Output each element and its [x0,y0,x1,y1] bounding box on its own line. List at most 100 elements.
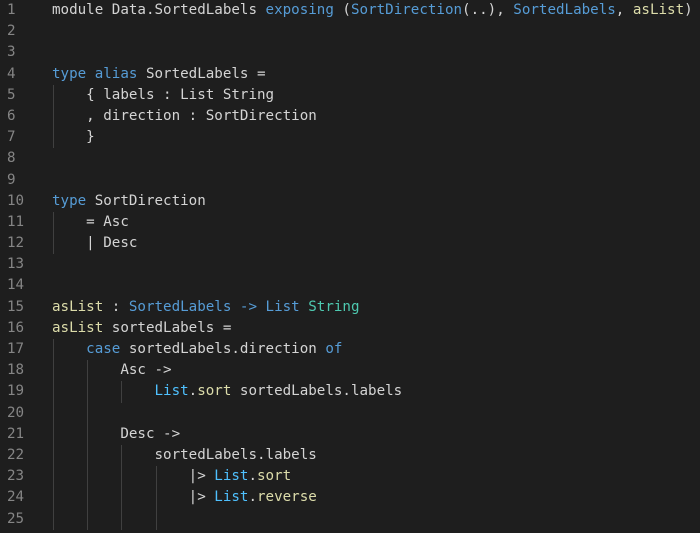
code-line[interactable]: 16 asList sortedLabels = [0,318,700,339]
code-line[interactable]: 15 asList : SortedLabels -> List String [0,297,700,318]
code-line[interactable]: 17 case sortedLabels.direction of [0,339,700,361]
line-number: 14 [7,277,25,294]
indent-guide [121,508,123,530]
code-token: -> [231,298,266,315]
code-line[interactable]: 6 , direction : SortDirection [0,105,700,128]
code-line[interactable]: 24 |> List.reverse [0,487,700,509]
code-text: type alias SortedLabels = [52,64,266,85]
code-line[interactable]: 11 = Asc [0,211,700,234]
code-text: asList sortedLabels = [52,318,231,339]
code-line[interactable]: 25 [0,508,700,530]
line-number: 4 [7,65,16,82]
line-number: 8 [7,150,16,167]
code-text: } [52,127,95,148]
code-token: } [52,129,95,146]
code-token: asList [52,298,104,315]
code-token: ) [684,2,693,18]
code-line[interactable]: 2 [0,21,700,42]
line-number: 9 [7,171,16,188]
code-token: SortDirection [350,2,463,18]
code-token: List [265,298,300,315]
code-line[interactable]: 8 [0,148,700,169]
line-number: 20 [7,404,25,421]
code-text: module Data.SortedLabels exposing (SortD… [52,0,693,21]
line-number: 1 [7,2,16,18]
code-text: | Desc [52,233,137,254]
code-token: , [615,2,633,18]
line-number: 17 [7,341,25,357]
code-token: : [103,298,129,315]
code-token: sort [257,468,292,485]
code-token: |> [52,489,215,506]
line-number: 24 [7,489,25,506]
code-token: SortDirection [86,192,206,209]
code-line[interactable]: 9 [0,170,700,191]
code-token: module [52,2,112,18]
code-editor[interactable]: 1 module Data.SortedLabels exposing (Sort… [0,0,700,533]
code-token: Asc -> [52,362,172,379]
code-text: List.sort sortedLabels.labels [52,381,403,402]
line-number: 25 [7,510,25,527]
code-token: exposing [265,2,334,18]
line-number: 5 [7,86,16,103]
code-token: Data.SortedLabels [111,2,266,18]
code-line[interactable]: 21 Desc -> [0,423,700,445]
code-text: sortedLabels.labels [52,445,317,466]
code-line[interactable]: 20 [0,402,700,424]
line-number: 6 [7,107,16,124]
code-line[interactable]: 14 [0,275,700,296]
line-number: 7 [7,129,16,146]
line-number: 22 [7,446,25,463]
code-token: type [52,192,87,209]
code-token: (..), [462,2,514,18]
code-token: List [154,383,189,400]
code-text: type SortDirection [52,191,206,212]
code-token: , direction : SortDirection [52,107,317,124]
code-token: asList [52,319,104,336]
code-line[interactable]: 7 } [0,127,700,149]
code-line[interactable]: 22 sortedLabels.labels [0,444,700,467]
code-line[interactable]: 23 |> List.sort [0,466,700,488]
code-line[interactable]: 18 Asc -> [0,360,700,382]
code-token: case [86,341,121,357]
line-number: 15 [7,298,25,315]
line-number: 13 [7,256,25,273]
code-token: type [52,65,87,82]
code-token: sortedLabels.labels [52,446,317,463]
line-number: 3 [7,44,16,61]
code-token: sortedLabels = [103,319,232,336]
indent-guide [53,402,54,424]
code-line[interactable]: 19 List.sort sortedLabels.labels [0,381,700,403]
code-line[interactable]: 3 [0,42,700,63]
code-line[interactable]: 4 type alias SortedLabels = [0,64,700,85]
code-line[interactable]: 10 type SortDirection [0,191,700,212]
code-token: sort [197,383,232,400]
indent-guide [87,508,89,530]
code-token: . [188,383,198,400]
code-token: = Asc [52,213,129,230]
code-token: | Desc [52,235,138,252]
line-number: 18 [7,362,25,379]
code-token: of [325,341,343,357]
code-token: sortedLabels.direction [120,341,326,357]
code-line[interactable]: 13 [0,254,700,275]
code-line[interactable]: 1 module Data.SortedLabels exposing (Sort… [0,0,700,21]
code-token: List [214,489,249,506]
code-line[interactable]: 12 | Desc [0,233,700,255]
code-token: . [248,489,258,506]
code-token: ( [333,2,351,18]
code-text: Asc -> [52,360,172,381]
code-token: alias [94,65,138,82]
code-text: { labels : List String [52,85,274,106]
code-text: asList : SortedLabels -> List String [52,297,360,318]
code-token: sortedLabels.labels [231,383,403,400]
code-token: SortedLabels [513,2,616,18]
line-number: 12 [7,235,25,252]
code-line[interactable]: 5 { labels : List String [0,84,700,106]
indent-guide [87,402,89,424]
indent-guide [53,508,54,530]
code-token: Desc -> [52,425,181,442]
